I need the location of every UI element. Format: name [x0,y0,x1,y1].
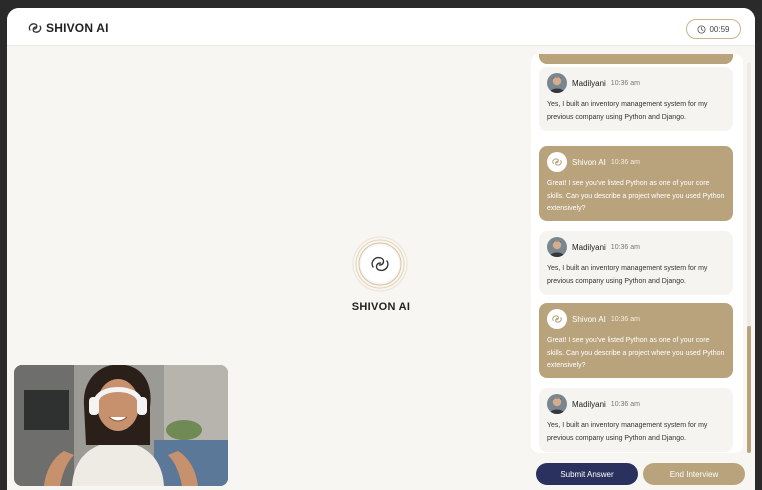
message-text: Great! I see you've listed Python as one… [547,337,725,369]
message-time: 10:36 am [610,315,640,323]
chat-panel[interactable]: Madilyani 10:36 am Yes, I built an inven… [531,54,743,453]
swirl-logo-icon [547,152,567,172]
avatar [547,73,567,93]
message-text: Yes, I built an inventory management sys… [547,101,708,121]
sender-name: Shivon AI [572,157,606,167]
message-bubble-ai: Shivon AI 10:36 am Great! I see you've l… [539,303,733,378]
message-text: Yes, I built an inventory management sys… [547,422,708,442]
brand: SHIVON AI [27,20,109,36]
message-time: 10:36 am [610,243,640,251]
top-bar: SHIVON AI 00:59 [7,8,755,46]
app-window: SHIVON AI 00:59 SHIVON AI Madilyani 10:3… [7,8,755,490]
center-title: SHIVON AI [351,301,411,313]
swirl-logo-icon [352,236,408,292]
message-bubble-ai: Shivon AI 10:36 am Great! I see you've l… [539,146,733,221]
timer-badge: 00:59 [686,19,741,39]
message-bubble-user: Madilyani 10:36 am Yes, I built an inven… [539,67,733,131]
sender-name: Madilyani [572,399,606,409]
candidate-video [14,365,228,486]
submit-answer-button[interactable]: Submit Answer [536,463,638,485]
sender-name: Madilyani [572,78,606,88]
brand-name: SHIVON AI [46,21,109,35]
message-text: Great! I see you've listed Python as one… [547,180,725,212]
swirl-logo-icon [27,21,43,35]
message-bubble-user: Madilyani 10:36 am Yes, I built an inven… [539,388,733,452]
swirl-logo-icon [547,309,567,329]
chat-scrollbar-thumb[interactable] [747,326,751,453]
avatar [547,394,567,414]
timer-text: 00:59 [709,24,730,34]
message-time: 10:36 am [610,158,640,166]
message-bubble-ai [539,54,733,64]
sender-name: Madilyani [572,242,606,252]
clock-icon [697,24,706,34]
message-bubble-user: Madilyani 10:36 am Yes, I built an inven… [539,231,733,295]
message-time: 10:36 am [610,400,640,408]
end-interview-button[interactable]: End Interview [643,463,745,485]
message-time: 10:36 am [610,79,640,87]
message-text: Yes, I built an inventory management sys… [547,265,708,285]
sender-name: Shivon AI [572,314,606,324]
avatar [547,237,567,257]
